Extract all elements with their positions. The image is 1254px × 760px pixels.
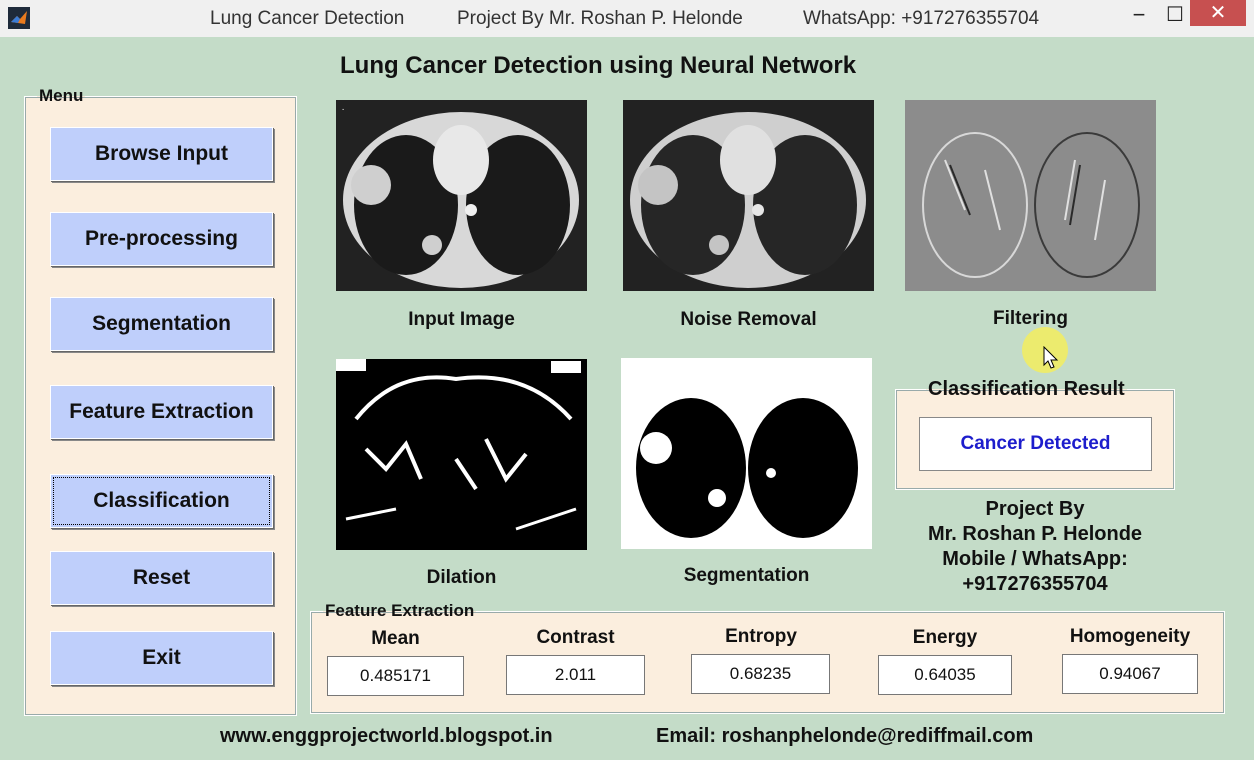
dilation-image	[336, 359, 587, 550]
feature-extraction-button[interactable]: Feature Extraction	[50, 385, 273, 439]
matlab-icon	[8, 7, 30, 29]
input-image-label: Input Image	[408, 309, 515, 330]
classification-legend: Classification Result	[928, 378, 1125, 400]
close-button[interactable]: ✕	[1190, 0, 1246, 26]
filtering-image	[905, 100, 1156, 291]
exit-button[interactable]: Exit	[50, 631, 273, 685]
feature-extraction-legend: Feature Extraction	[325, 601, 475, 620]
energy-value-field: 0.64035	[878, 655, 1012, 695]
window-title-whatsapp: WhatsApp: +917276355704	[803, 8, 1040, 29]
svg-text:.: .	[341, 104, 345, 112]
entropy-value-field: 0.68235	[691, 654, 830, 694]
window-title-project: Project By Mr. Roshan P. Helonde	[457, 8, 743, 29]
segmentation-label: Segmentation	[683, 565, 810, 586]
website-text: www.enggprojectworld.blogspot.in	[220, 725, 553, 747]
noise-removal-image	[623, 100, 874, 291]
noise-removal-label: Noise Removal	[680, 309, 817, 330]
browse-input-button[interactable]: Browse Input	[50, 127, 273, 181]
homogeneity-label: Homogeneity	[1069, 626, 1191, 647]
classification-result: Cancer Detected	[919, 417, 1152, 471]
page-title: Lung Cancer Detection using Neural Netwo…	[340, 52, 857, 79]
energy-label: Energy	[912, 627, 978, 648]
reset-button[interactable]: Reset	[50, 551, 273, 605]
input-image: .	[336, 100, 587, 291]
filtering-label: Filtering	[993, 308, 1068, 329]
classification-button[interactable]: Classification	[50, 474, 273, 528]
menu-legend: Menu	[39, 86, 84, 105]
project-info-line2: Mr. Roshan P. Helonde	[927, 523, 1143, 545]
contrast-label: Contrast	[536, 627, 615, 648]
window-title: Lung Cancer Detection	[210, 8, 405, 29]
maximize-button[interactable]: ☐	[1160, 2, 1190, 32]
window-titlebar: Lung Cancer Detection Project By Mr. Ros…	[0, 0, 1254, 37]
email-text: Email: roshanphelonde@rediffmail.com	[656, 725, 1034, 747]
dilation-label: Dilation	[426, 567, 497, 588]
project-info-line3: Mobile / WhatsApp:	[942, 548, 1128, 570]
project-info-line1: Project By	[985, 498, 1085, 520]
homogeneity-value-field: 0.94067	[1062, 654, 1198, 694]
mean-label: Mean	[371, 628, 420, 649]
entropy-label: Entropy	[725, 626, 797, 647]
preprocessing-button[interactable]: Pre-processing	[50, 212, 273, 266]
segmentation-image	[621, 358, 872, 549]
mouse-pointer-icon	[1043, 346, 1059, 369]
project-info-line4: +917276355704	[962, 573, 1108, 595]
project-info: Project By Mr. Roshan P. Helonde Mobile …	[895, 497, 1175, 597]
segmentation-button[interactable]: Segmentation	[50, 297, 273, 351]
mean-value-field: 0.485171	[327, 656, 464, 696]
contrast-value-field: 2.011	[506, 655, 645, 695]
minimize-button[interactable]: −	[1124, 2, 1154, 32]
